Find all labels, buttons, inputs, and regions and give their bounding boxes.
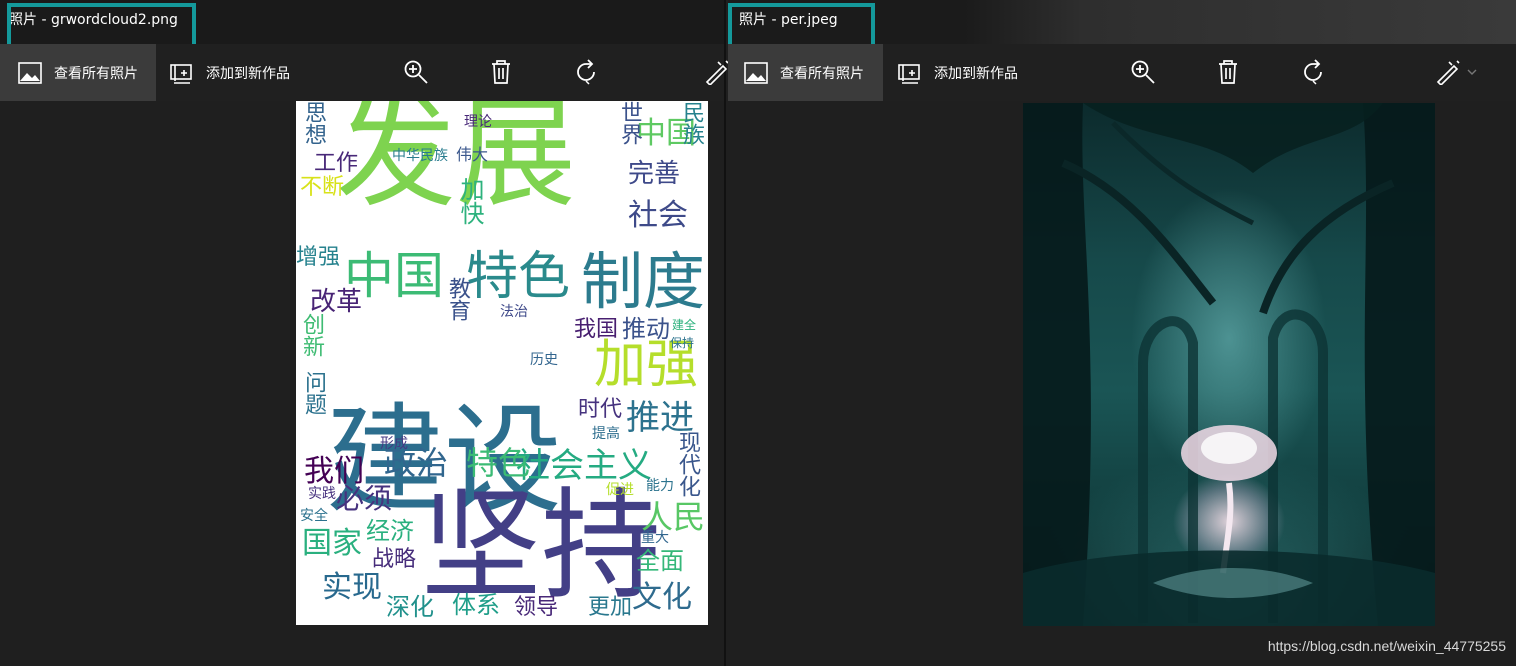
view-all-photos-button[interactable]: 查看所有照片	[728, 44, 883, 101]
add-to-album-icon	[896, 59, 924, 87]
wordcloud-word: 人民	[641, 498, 706, 536]
wordcloud-word: 理论	[464, 114, 492, 130]
rotate-icon	[1299, 58, 1327, 86]
rotate-button[interactable]	[1293, 52, 1333, 92]
wordcloud-word: 特色	[466, 247, 571, 307]
wordcloud-word: 体系	[452, 591, 500, 619]
wordcloud-word: 社会	[628, 198, 688, 233]
wordcloud-word: 我国	[574, 317, 619, 342]
wordcloud-word: 推动	[622, 315, 670, 343]
wordcloud-word: 特色	[466, 444, 531, 482]
delete-icon	[487, 58, 515, 86]
edit-icon	[703, 58, 731, 86]
wordcloud-word: 能力	[646, 478, 674, 494]
add-to-creation-label: 添加到新作品	[934, 65, 1018, 82]
view-all-photos-label: 查看所有照片	[780, 65, 864, 82]
wordcloud-word: 思想	[301, 101, 326, 145]
wordcloud-word: 建全	[672, 318, 697, 332]
wordcloud-word: 全面	[636, 547, 684, 575]
wordcloud-word: 法治	[500, 304, 528, 320]
forest-illustration	[1023, 103, 1435, 626]
delete-button[interactable]	[481, 52, 521, 92]
wordcloud-word: 坚持	[421, 477, 661, 616]
wordcloud-word: 问题	[301, 371, 326, 415]
wordcloud-word: 安全	[300, 508, 328, 524]
toolbar: 查看所有照片 添加到新作品	[0, 44, 729, 101]
toolbar: 查看所有照片 添加到新作品	[728, 44, 1516, 101]
add-to-creation-button[interactable]: 添加到新作品	[896, 44, 1046, 101]
image-icon	[742, 59, 770, 87]
forest-image	[1023, 103, 1435, 626]
add-to-album-icon	[168, 59, 196, 87]
wordcloud-word: 国家	[302, 526, 362, 561]
wordcloud-word: 深化	[386, 593, 434, 621]
wordcloud-word: 增强	[296, 245, 341, 270]
wordcloud-word: 保持	[670, 336, 695, 350]
wordcloud-word: 完善	[628, 159, 681, 189]
wordcloud-word: 时代	[578, 397, 623, 422]
wordcloud-word: 领导	[514, 595, 559, 620]
wordcloud-word: 形成	[380, 436, 408, 452]
view-all-photos-label: 查看所有照片	[54, 65, 138, 82]
wordcloud-word: 不断	[300, 175, 345, 200]
wordcloud-word: 促进	[606, 482, 634, 498]
wordcloud-word: 改革	[310, 287, 363, 317]
wordcloud-word: 工作	[314, 151, 359, 176]
wordcloud-word: 中华民族	[392, 148, 448, 164]
wordcloud-word: 文化	[632, 580, 692, 615]
zoom-in-icon	[1129, 58, 1157, 86]
wordcloud-word: 更加	[588, 595, 633, 620]
wordcloud-word: 重大	[641, 530, 669, 546]
delete-icon	[1214, 58, 1242, 86]
wordcloud-word: 实践	[308, 486, 336, 502]
wordcloud-word: 制度	[581, 245, 706, 318]
wordcloud-word: 实现	[322, 570, 382, 605]
wordcloud-word: 提高	[592, 426, 620, 442]
wordcloud-word: 战略	[372, 547, 417, 572]
zoom-in-button[interactable]	[396, 52, 436, 92]
wordcloud-word: 推进	[626, 398, 694, 438]
wordcloud-word: 历史	[530, 352, 558, 368]
zoom-in-icon	[402, 58, 430, 86]
chevron-down-icon	[1466, 63, 1478, 82]
delete-button[interactable]	[1208, 52, 1248, 92]
wordcloud-word: 现代化	[675, 431, 700, 497]
wordcloud-word: 世界	[617, 101, 642, 145]
wordcloud-word: 创新	[299, 313, 324, 357]
wordcloud-word: 必须	[336, 482, 393, 515]
wordcloud-image: 发展 建设 坚持 中国 特色 制度 加强 推进 社会主义 政治 特色 人民 国家 实现 文化 体系 我们 必须 经济…	[296, 101, 708, 625]
add-to-creation-button[interactable]: 添加到新作品	[168, 44, 318, 101]
wordcloud-word: 教育	[445, 277, 470, 321]
wordcloud-word: 社会主义	[516, 446, 652, 486]
wordcloud-word: 民族	[679, 101, 704, 145]
image-icon	[16, 59, 44, 87]
zoom-in-button[interactable]	[1123, 52, 1163, 92]
edit-icon	[1434, 58, 1462, 86]
wordcloud-word: 经济	[366, 517, 414, 545]
edit-dropdown-button[interactable]	[1460, 52, 1484, 92]
rotate-icon	[572, 58, 600, 86]
watermark-text: https://blog.csdn.net/weixin_44775255	[1267, 638, 1506, 654]
wordcloud-word: 伟大	[456, 145, 489, 164]
add-to-creation-label: 添加到新作品	[206, 65, 290, 82]
view-all-photos-button[interactable]: 查看所有照片	[0, 44, 156, 101]
rotate-button[interactable]	[566, 52, 606, 92]
wordcloud-word: 加快	[456, 177, 484, 225]
